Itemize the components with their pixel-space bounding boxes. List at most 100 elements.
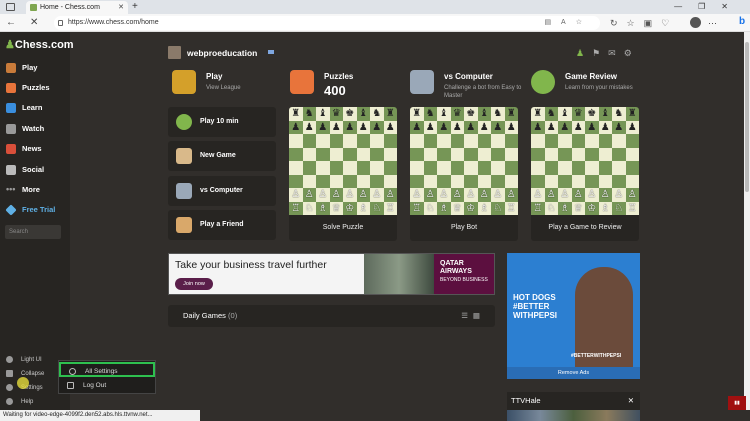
browser-status-bar: Waiting for video-edge-4099f2.den52.abs.…	[0, 410, 200, 421]
diamond-icon	[5, 204, 17, 216]
chess-piece: ♙	[383, 188, 397, 202]
sidebar-item-more[interactable]: ••• More	[0, 181, 70, 199]
chess-piece: ♛	[450, 107, 464, 121]
sidebar-item-social[interactable]: Social	[0, 161, 70, 179]
game-review-card[interactable]: ♜ ♞ ♝ ♛ ♚ ♝ ♞ ♜ ♟ ♟ ♟ ♟ ♟ ♟ ♟ ♟ ♙ ♙ ♙ ♙ ♙ ♙ ♙ ♙ ♖ ♘ ♗ ♕ ♔ ♗ ♘ ♖ Play a …	[531, 107, 639, 241]
bing-icon[interactable]: b	[739, 16, 750, 30]
sidebar-item-learn[interactable]: Learn	[0, 99, 70, 117]
play-a-friend-button[interactable]: Play a Friend	[168, 210, 276, 240]
browser-toolbar-icons[interactable]: ↻☆▣♡	[610, 14, 678, 32]
chess-piece: ♟	[343, 120, 357, 134]
social-people-icon	[6, 165, 16, 175]
board-square	[423, 134, 437, 148]
board-square	[302, 147, 316, 161]
close-tab-icon[interactable]: ✕	[118, 1, 124, 14]
board-square	[477, 134, 491, 148]
hand-pawn-icon	[176, 148, 192, 164]
help-button[interactable]: Help	[0, 396, 70, 408]
board-square	[316, 161, 330, 175]
chess-piece: ♛	[329, 107, 343, 121]
address-tools-icons[interactable]: ▤A☆	[544, 16, 592, 30]
chess-logo[interactable]: ♟Chess.com	[5, 38, 74, 51]
view-toggle-icons[interactable]: ☰▦	[461, 305, 485, 327]
chess-piece: ♙	[464, 188, 478, 202]
side-ad[interactable]: HOT DOGS #BETTER WITHPEPSI #BETTERWITHPE…	[507, 253, 640, 379]
chess-piece: ♟	[302, 120, 316, 134]
feature-title: Game Review	[565, 72, 618, 81]
stop-loading-icon[interactable]: ✕	[30, 14, 38, 32]
window-controls[interactable]: —❐✕	[674, 0, 744, 14]
browser-tab[interactable]: Home - Chess.com ✕	[26, 1, 128, 14]
solve-puzzle-card[interactable]: ♜ ♞ ♝ ♛ ♚ ♝ ♞ ♜ ♟ ♟ ♟ ♟ ♟ ♟ ♟ ♟ ♙ ♙ ♙ ♙ ♙ ♙ ♙ ♙ ♖ ♘ ♗ ♕ ♔ ♗ ♘ ♖ Solve P…	[289, 107, 397, 241]
chess-piece: ♙	[410, 188, 424, 202]
card-label: Solve Puzzle	[322, 224, 364, 231]
board-square	[504, 147, 518, 161]
board-square	[598, 147, 612, 161]
remove-ads-link[interactable]: Remove Ads	[507, 367, 640, 379]
log-out-menu-item[interactable]: Log Out	[59, 378, 155, 393]
chess-piece: ♞	[612, 107, 626, 121]
chess-piece: ♖	[504, 201, 518, 215]
feature-subtitle: Learn from your mistakes	[565, 85, 633, 91]
more-menu-icon[interactable]: ⋯	[708, 14, 717, 32]
username[interactable]: webproeducation	[187, 48, 257, 58]
sidebar-item-free-trial[interactable]: Free Trial	[0, 201, 70, 219]
computer-icon	[410, 70, 434, 94]
banner-ad[interactable]: Take your business travel further Join n…	[168, 253, 495, 295]
sidebar-item-puzzles[interactable]: Puzzles	[0, 79, 70, 97]
chess-piece: ♟	[491, 120, 505, 134]
new-game-button[interactable]: New Game	[168, 141, 276, 171]
chess-piece: ♟	[544, 120, 558, 134]
handshake-icon	[176, 217, 192, 233]
close-icon[interactable]: ✕	[628, 392, 634, 410]
back-icon[interactable]: ←	[6, 14, 16, 32]
url-text: https://www.chess.com/home	[68, 19, 159, 26]
browser-profile-avatar[interactable]	[690, 17, 701, 28]
board-square	[598, 134, 612, 148]
board-square	[558, 147, 572, 161]
all-settings-menu-item[interactable]: All Settings	[59, 362, 155, 377]
chess-piece: ♟	[531, 120, 545, 134]
board-square	[544, 147, 558, 161]
board-square	[558, 174, 572, 188]
collapse-icon	[6, 370, 13, 377]
chess-piece: ♟	[558, 120, 572, 134]
board-square	[558, 161, 572, 175]
board-square	[302, 161, 316, 175]
stream-name[interactable]: TTVHale	[511, 396, 541, 405]
chess-piece: ♗	[316, 201, 330, 215]
board-square	[410, 147, 424, 161]
board-square	[477, 147, 491, 161]
collapse-label: Collapse	[21, 371, 45, 377]
chess-piece: ♙	[544, 188, 558, 202]
avatar[interactable]	[168, 46, 181, 59]
sidebar-item-watch[interactable]: Watch	[0, 120, 70, 138]
board-square	[477, 174, 491, 188]
new-tab-icon[interactable]: +	[132, 0, 138, 14]
header-action-icons[interactable]: ♟⚑✉⚙	[576, 48, 640, 59]
sidebar-search-input[interactable]: Search	[5, 225, 61, 239]
play-10-min-button[interactable]: Play 10 min	[168, 107, 276, 137]
board-square	[356, 174, 370, 188]
board-square	[531, 147, 545, 161]
board-square	[504, 161, 518, 175]
board-square	[585, 134, 599, 148]
page-scrollbar[interactable]	[744, 32, 750, 410]
url-field[interactable]: https://www.chess.com/home ▤A☆	[54, 16, 600, 30]
browser-titlebar: Home - Chess.com ✕ + —❐✕	[0, 0, 750, 14]
feature-title: Play	[206, 72, 223, 81]
settings-gear-icon: ⚙	[623, 48, 640, 58]
sidebar-item-news[interactable]: News	[0, 140, 70, 158]
stream-thumbnails[interactable]	[507, 410, 640, 421]
scrollbar-thumb[interactable]	[745, 42, 749, 192]
chess-piece: ♗	[437, 201, 451, 215]
chess-piece: ♝	[477, 107, 491, 121]
ad-join-button[interactable]: Join now	[175, 278, 213, 290]
board-square	[612, 134, 626, 148]
chess-piece: ♙	[423, 188, 437, 202]
tab-actions-icon[interactable]	[6, 3, 15, 11]
sidebar-item-play[interactable]: Play	[0, 59, 70, 77]
play-bot-card[interactable]: ♜ ♞ ♝ ♛ ♚ ♝ ♞ ♜ ♟ ♟ ♟ ♟ ♟ ♟ ♟ ♟ ♙ ♙ ♙ ♙ ♙ ♙ ♙ ♙ ♖ ♘ ♗ ♕ ♔ ♗ ♘ ♖ Play Bo…	[410, 107, 518, 241]
chess-piece: ♝	[598, 107, 612, 121]
vs-computer-button[interactable]: vs Computer	[168, 176, 276, 206]
